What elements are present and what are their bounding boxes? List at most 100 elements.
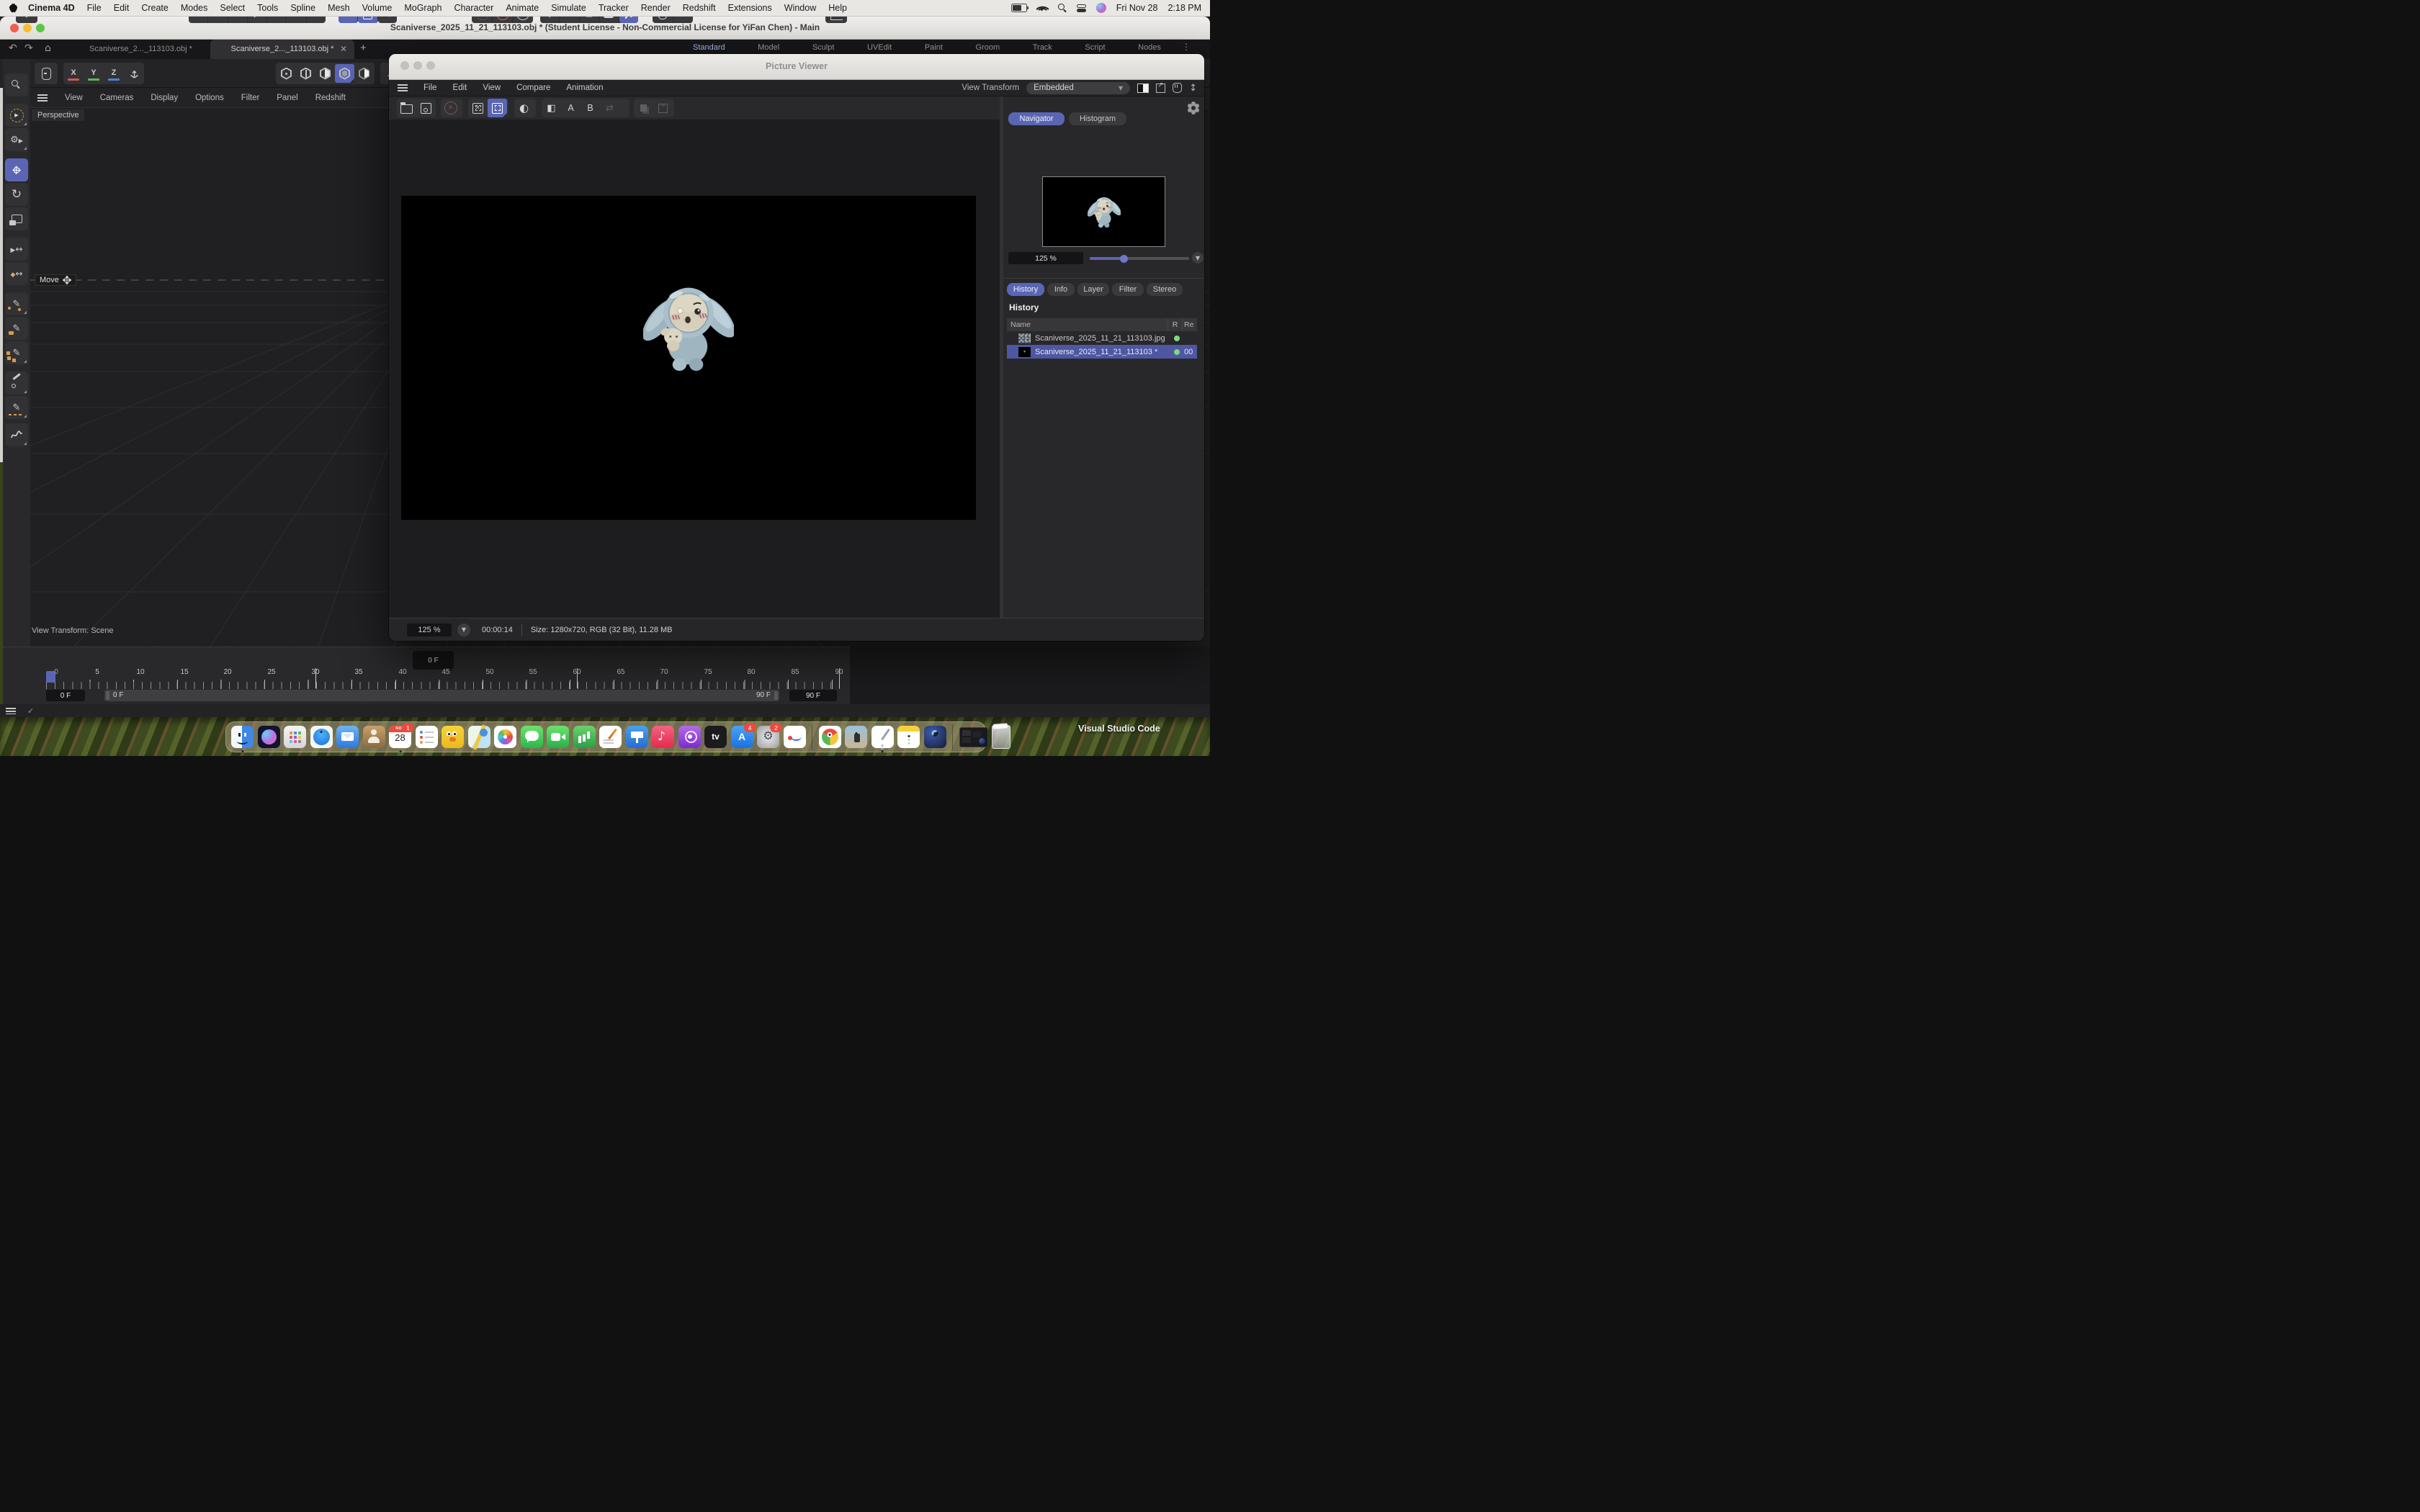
vp-menu-display[interactable]: Display <box>151 94 178 102</box>
scale-tool-button[interactable] <box>5 207 28 230</box>
spline-arc-button[interactable]: ✎ <box>5 317 28 340</box>
range-end-field[interactable]: 90 F <box>789 690 837 701</box>
menu-select[interactable]: Select <box>220 3 245 13</box>
cancel-render-button[interactable]: ✕ <box>441 99 460 117</box>
save-as-button[interactable]: → <box>653 99 673 117</box>
open-button[interactable] <box>397 99 416 117</box>
save-button[interactable] <box>416 99 436 117</box>
workspace-nodes[interactable]: Nodes <box>1138 43 1161 52</box>
tab-document-2-active[interactable]: Scaniverse_2..._113103.obj * ✕ <box>210 40 354 59</box>
workspace-sculpt[interactable]: Sculpt <box>812 43 835 52</box>
workspace-standard[interactable]: Standard <box>693 43 725 52</box>
dock-minimized-window[interactable] <box>959 727 988 747</box>
tab-close-icon[interactable]: ✕ <box>340 40 347 59</box>
render-hardware-button[interactable] <box>488 99 507 117</box>
workspace-script[interactable]: Script <box>1085 43 1105 52</box>
edges-mode-button[interactable] <box>296 64 315 83</box>
spline-pen-button[interactable]: ✎ <box>5 292 28 315</box>
pv-menu-edit[interactable]: Edit <box>453 84 467 92</box>
battery-icon[interactable] <box>1011 4 1027 12</box>
coordinate-system-button[interactable] <box>124 68 144 79</box>
dock-icon-textedit[interactable] <box>871 726 894 748</box>
menu-spline[interactable]: Spline <box>290 3 315 13</box>
dock-icon-keynote[interactable] <box>626 726 648 748</box>
menu-animate[interactable]: Animate <box>506 3 539 13</box>
dock-icon-numbers[interactable] <box>573 726 596 748</box>
dock-icon-system-settings[interactable]: 2 <box>757 726 779 748</box>
pv-menu-icon[interactable] <box>398 84 408 91</box>
menu-simulate[interactable]: Simulate <box>551 3 586 13</box>
vp-menu-filter[interactable]: Filter <box>241 94 260 102</box>
current-frame-field[interactable]: 0 F <box>413 651 454 670</box>
dock-icon-maps[interactable] <box>468 726 490 748</box>
dock-icon-freeform[interactable] <box>784 726 806 748</box>
pv-zoom-field[interactable]: 125 % <box>407 624 452 636</box>
vp-menu-redshift[interactable]: Redshift <box>315 94 346 102</box>
rendered-image[interactable] <box>401 196 976 520</box>
column-name[interactable]: Name <box>1007 320 1168 329</box>
tab-filter[interactable]: Filter <box>1112 283 1144 296</box>
menu-create[interactable]: Create <box>141 3 169 13</box>
tab-info[interactable]: Info <box>1047 283 1075 296</box>
panel-toggle-button[interactable] <box>1137 84 1149 93</box>
navigator-zoom-dropdown[interactable]: ▼ <box>1192 252 1204 264</box>
workspace-uvedit[interactable]: UVEdit <box>867 43 892 52</box>
model-mode-button[interactable] <box>335 64 354 83</box>
dock-icon-appletv[interactable] <box>704 726 727 748</box>
dock-icon-pages[interactable] <box>599 726 622 748</box>
dock-icon-finder[interactable] <box>231 726 254 748</box>
wifi-icon[interactable] <box>1037 4 1048 12</box>
compare-toggle-button[interactable]: ◐ <box>514 99 534 117</box>
bottom-menu-icon[interactable] <box>6 708 16 714</box>
spotlight-icon[interactable] <box>1058 4 1067 12</box>
vp-menu-cameras[interactable]: Cameras <box>100 94 134 102</box>
dock-icon-podcasts[interactable] <box>678 726 701 748</box>
viewport-menu-icon[interactable] <box>37 94 48 102</box>
spline-sketch-button[interactable]: ✎ <box>5 396 28 419</box>
history-row-2-selected[interactable]: ▾ Scaniverse_2025_11_21_113103 * 00 <box>1007 345 1197 359</box>
menu-help[interactable]: Help <box>828 3 847 13</box>
dock-icon-trash[interactable] <box>992 725 1010 749</box>
transform-tool-button[interactable]: ▶↔ <box>5 238 28 261</box>
range-grip-left[interactable] <box>106 691 109 700</box>
polygons-mode-button[interactable] <box>315 64 335 83</box>
texture-mode-button[interactable] <box>354 64 374 83</box>
pan-mode-button[interactable] <box>1173 83 1182 93</box>
axis-lock-x[interactable]: X <box>63 63 84 84</box>
workspace-model[interactable]: Model <box>758 43 779 52</box>
dock-icon-mail[interactable] <box>336 726 359 748</box>
timeline-ruler[interactable]: 0 5 10 15 20 25 30 35 40 45 50 55 60 65 … <box>3 668 850 681</box>
dock-icon-facetime[interactable] <box>547 726 569 748</box>
pv-zoom-dropdown[interactable]: ▼ <box>457 624 470 636</box>
viewport-camera-label[interactable]: Perspective <box>32 109 84 121</box>
home-icon[interactable]: ⌂ <box>45 42 51 54</box>
control-center-icon[interactable] <box>1077 4 1086 12</box>
pv-titlebar[interactable]: Picture Viewer <box>389 54 1204 80</box>
tab-stereo[interactable]: Stereo <box>1147 283 1183 296</box>
menu-extensions[interactable]: Extensions <box>728 3 772 13</box>
axis-modify-button[interactable]: ◆↔ <box>5 262 28 285</box>
dock-icon-chrome[interactable] <box>819 726 841 748</box>
redshift-icon[interactable] <box>1187 102 1200 114</box>
menubar-app-name[interactable]: Cinema 4D <box>28 3 75 13</box>
workspace-paint[interactable]: Paint <box>925 43 943 52</box>
status-check-icon[interactable]: ✓ <box>27 706 34 716</box>
pv-menu-file[interactable]: File <box>424 84 437 92</box>
vp-menu-view[interactable]: View <box>65 94 83 102</box>
menu-mesh[interactable]: Mesh <box>328 3 350 13</box>
navigator-zoom-slider[interactable] <box>1090 257 1189 260</box>
range-slider[interactable]: 0 F 90 F <box>104 690 779 701</box>
vp-menu-options[interactable]: Options <box>195 94 224 102</box>
menu-render[interactable]: Render <box>641 3 671 13</box>
menu-redshift[interactable]: Redshift <box>683 3 716 13</box>
workspace-groom[interactable]: Groom <box>976 43 1000 52</box>
pv-menu-animation[interactable]: Animation <box>566 84 603 92</box>
ab-split-button[interactable]: ◧ <box>542 99 561 117</box>
menu-window[interactable]: Window <box>784 3 816 13</box>
tab-history[interactable]: History <box>1007 283 1044 296</box>
dock-icon-notes[interactable] <box>897 726 920 748</box>
dock-icon-cyberduck[interactable] <box>442 726 464 748</box>
copy-image-button[interactable] <box>634 99 653 117</box>
redo-icon[interactable]: ↷ <box>24 42 33 54</box>
menu-volume[interactable]: Volume <box>362 3 393 13</box>
